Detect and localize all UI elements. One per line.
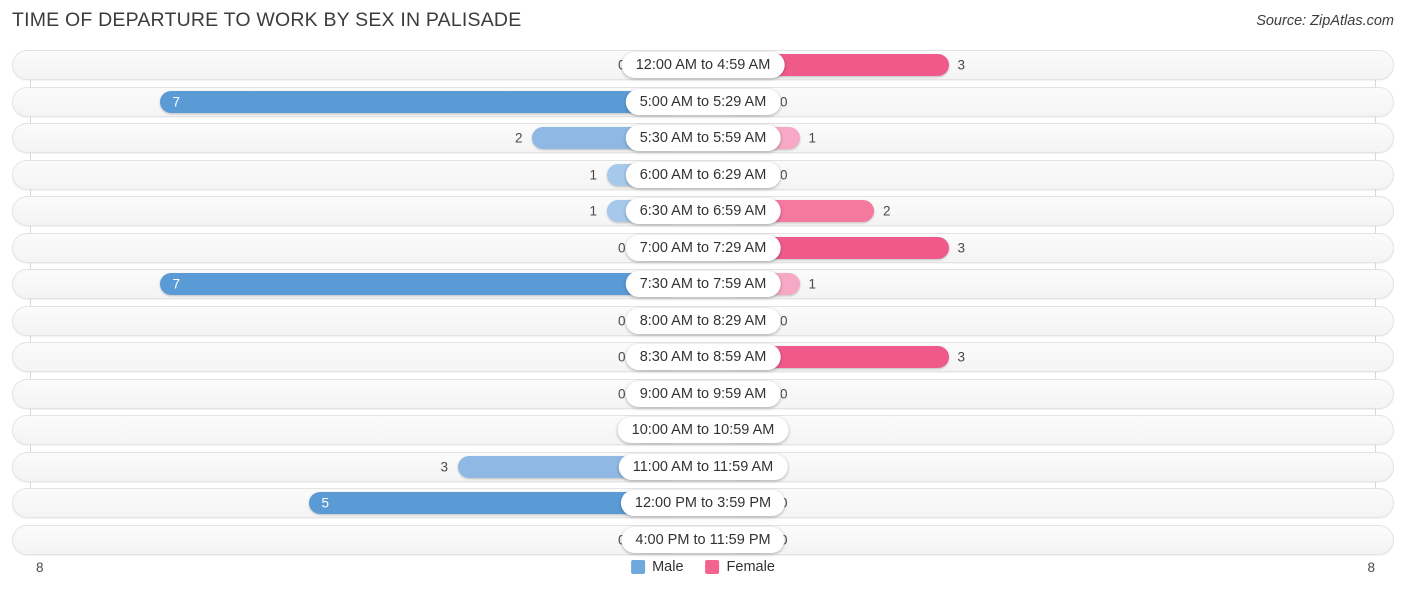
category-label-pill: 5:30 AM to 5:59 AM: [625, 125, 781, 151]
bar-value-male: 7: [172, 276, 181, 292]
axis-max-left: 8: [36, 560, 44, 575]
chart-footer: 8 8 Male Female: [0, 556, 1406, 594]
bar-value-male: 7: [172, 94, 181, 109]
table-row: 004:00 PM to 11:59 PM: [12, 524, 1394, 555]
chart-legend: Male Female: [631, 559, 775, 575]
chart-header: TIME OF DEPARTURE TO WORK BY SEX IN PALI…: [0, 0, 1406, 40]
category-label-pill: 6:00 AM to 6:29 AM: [625, 161, 781, 188]
category-label-pill: 4:00 PM to 11:59 PM: [621, 526, 785, 553]
bar-value-female: 3: [957, 349, 966, 365]
legend-item-male[interactable]: Male: [631, 559, 684, 575]
category-label-pill: 8:30 AM to 8:59 AM: [625, 344, 781, 370]
legend-item-female[interactable]: Female: [705, 559, 775, 575]
category-label-pill: 11:00 AM to 11:59 AM: [618, 453, 788, 480]
chart-plot-area: 0312:00 AM to 4:59 AM705:00 AM to 5:29 A…: [0, 50, 1406, 556]
bar-value-female: 3: [957, 57, 966, 73]
chart-page: TIME OF DEPARTURE TO WORK BY SEX IN PALI…: [0, 0, 1406, 594]
table-row: 7 0 5:00 AM to 5:29 AM: [12, 86, 1394, 117]
table-row: 0 0 9:00 AM to 9:59 AM: [12, 378, 1394, 409]
table-row: 0 3 7:00 AM to 7:29 AM: [12, 232, 1394, 263]
category-label-pill: 12:00 PM to 3:59 PM: [620, 490, 786, 516]
category-label-pill: 7:30 AM to 7:59 AM: [625, 271, 781, 297]
bar-value-male: 0: [618, 240, 626, 255]
axis-max-right: 8: [1367, 560, 1375, 575]
bar-value-female: 0: [780, 386, 788, 401]
legend-swatch-female-icon: [705, 560, 720, 574]
bar-value-female: 1: [808, 130, 817, 146]
table-row: 0010:00 AM to 10:59 AM: [12, 415, 1394, 445]
bar-value-female: 0: [780, 167, 788, 182]
page-title: TIME OF DEPARTURE TO WORK BY SEX IN PALI…: [12, 9, 522, 31]
bar-value-male: 1: [589, 167, 598, 182]
category-label-pill: 12:00 AM to 4:59 AM: [621, 52, 785, 78]
category-label-pill: 8:00 AM to 8:29 AM: [625, 307, 781, 334]
bar-value-female: 0: [780, 313, 788, 328]
source-attribution: Source: ZipAtlas.com: [1256, 13, 1394, 29]
table-row: 5012:00 PM to 3:59 PM: [12, 488, 1394, 518]
category-label-pill: 6:30 AM to 6:59 AM: [625, 198, 781, 224]
table-row: 0 0 8:00 AM to 8:29 AM: [12, 305, 1394, 336]
bar-value-male: 5: [321, 495, 330, 511]
category-label-pill: 5:00 AM to 5:29 AM: [625, 88, 781, 115]
bar-value-female: 0: [780, 94, 788, 109]
table-row: 1 2 6:30 AM to 6:59 AM: [12, 196, 1394, 226]
legend-label-male: Male: [652, 559, 684, 575]
table-row: 3011:00 AM to 11:59 AM: [12, 451, 1394, 482]
bar-value-female: 2: [883, 203, 891, 219]
table-row: 7 1 7:30 AM to 7:59 AM: [12, 269, 1394, 299]
category-label-pill: 10:00 AM to 10:59 AM: [617, 417, 789, 443]
table-row: 1 0 6:00 AM to 6:29 AM: [12, 159, 1394, 190]
table-row: 2 1 5:30 AM to 5:59 AM: [12, 123, 1394, 153]
bar-value-female: 1: [808, 276, 817, 292]
bar-value-male: 2: [515, 130, 523, 146]
bar-value-male: 1: [589, 203, 598, 219]
category-label-pill: 7:00 AM to 7:29 AM: [625, 234, 781, 261]
bar-male[interactable]: [159, 90, 681, 113]
bar-value-male: 3: [440, 459, 449, 474]
table-row: 0 3 8:30 AM to 8:59 AM: [12, 342, 1394, 372]
bar-value-male: 0: [618, 386, 626, 401]
category-label-pill: 9:00 AM to 9:59 AM: [625, 380, 781, 407]
legend-swatch-male-icon: [631, 560, 646, 574]
bar-value-female: 3: [957, 240, 966, 255]
table-row: 0312:00 AM to 4:59 AM: [12, 50, 1394, 80]
bar-male[interactable]: [159, 273, 681, 295]
bar-value-male: 0: [618, 349, 626, 365]
bar-value-male: 0: [618, 313, 626, 328]
legend-label-female: Female: [726, 559, 775, 575]
